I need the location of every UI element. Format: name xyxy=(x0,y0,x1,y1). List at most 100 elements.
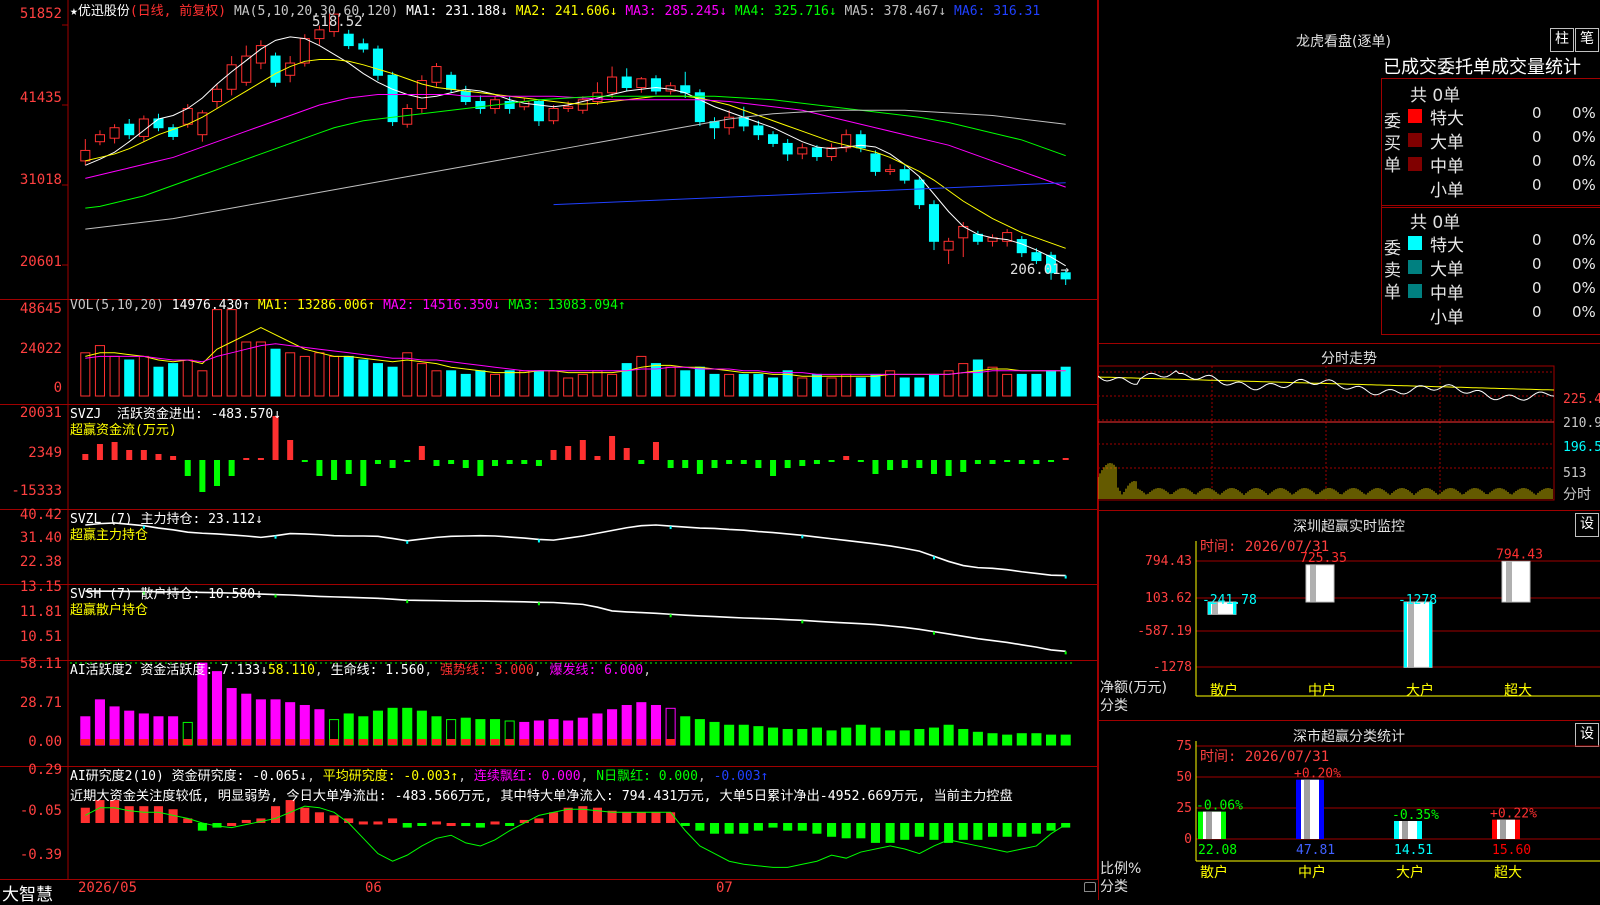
sz-value-label: 725.35 xyxy=(1300,551,1347,566)
ai2-bar xyxy=(694,719,705,746)
svsh-marker xyxy=(274,594,277,598)
volume-bar xyxy=(138,355,149,397)
buy-name: 特大 xyxy=(1430,109,1464,129)
candle-panel[interactable]: ★优迅股份(日线, 前复权) MA(5,10,20,30,60,120) MA1… xyxy=(0,0,1098,300)
svzj-bar xyxy=(930,460,937,474)
ai2-bar xyxy=(768,727,779,746)
svzj-bar xyxy=(770,460,777,476)
air-bar xyxy=(402,823,412,828)
ss-bar-chart[interactable]: 75 50 25 0 -0.06% 22.08 散户 +0.20% 47.81 中户 -0.35% 1… xyxy=(1098,721,1600,900)
price-tick-3: 20601 xyxy=(19,254,62,270)
air-bar xyxy=(987,823,998,837)
sell-total: 共 0单 xyxy=(1410,213,1461,233)
air-bar xyxy=(885,823,895,843)
sz-bar xyxy=(1305,564,1335,603)
bar-mode-button[interactable]: 柱 xyxy=(1550,28,1574,52)
air-bar xyxy=(549,812,559,823)
ss-value-label: 15.60 xyxy=(1492,843,1531,858)
svzl-tick-0: 40.42 xyxy=(19,507,62,523)
svsh-value: 10.580↓ xyxy=(208,587,263,602)
sz-bar-chart[interactable]: 794.43 103.62 -587.19 -1278 -241.78 散户 725.35 中… xyxy=(1098,511,1600,720)
svzj-bar xyxy=(652,442,659,460)
air-bar xyxy=(271,806,281,823)
tick-mode-button[interactable]: 笔 xyxy=(1575,28,1599,52)
svsh-marker xyxy=(406,600,409,604)
ss-change-label: +0.22% xyxy=(1490,807,1537,822)
svzl-value: 23.112↓ xyxy=(208,512,263,527)
air-bar xyxy=(695,823,705,831)
ai-research-panel[interactable]: AI研究度2(10) 资金研究度: -0.065↓, 平均研究度: -0.003… xyxy=(0,762,1098,880)
svzj-bar xyxy=(960,460,967,472)
air-l2: 平均研究度: xyxy=(322,769,396,784)
svzj-bar xyxy=(916,460,923,468)
ai2-bar xyxy=(255,699,266,746)
period-label[interactable]: (日线, 前复权) xyxy=(130,4,226,19)
volume-bar xyxy=(329,355,340,397)
air-bar xyxy=(446,823,456,826)
vol-ma-values: MA1: 13286.006↑ MA2: 14516.350↓ MA3: 130… xyxy=(258,298,626,313)
volume-bar xyxy=(548,370,559,397)
buy-name: 大单 xyxy=(1430,133,1464,153)
volume-bar xyxy=(402,352,413,397)
buy-row: 大单 0 0% xyxy=(1382,128,1600,153)
ss-bar xyxy=(1296,779,1324,839)
svzj-bar xyxy=(82,454,89,460)
ai2-base-mark xyxy=(651,739,661,745)
svzj-bar xyxy=(418,446,425,460)
svzj-bar xyxy=(945,460,952,476)
ss-category: 大户 xyxy=(1396,864,1424,881)
sz-monitor-panel[interactable]: 深圳超赢实时监控 设 时间: 2026/07/31 794.43 103.62 -5… xyxy=(1098,511,1600,721)
volume-panel[interactable]: VOL(5,10,20) 14976.430↑ MA1: 13286.006↑ … xyxy=(0,298,1098,405)
stock-name[interactable]: ★优迅股份 xyxy=(70,4,130,19)
ai-activity-panel[interactable]: AI活跃度2 资金活跃度: 7.133↓58.110, 生命线: 1.560, … xyxy=(0,656,1098,767)
sz-ylabel: 净额(万元) xyxy=(1100,680,1167,696)
ai2-v2: 58.110 xyxy=(267,663,315,678)
svsh-panel[interactable]: SVSH (7) 散户持仓: 10.580↓ 超赢散户持仓 13.15 11.81… xyxy=(0,579,1098,661)
volume-bar xyxy=(958,363,969,397)
ai2-bar xyxy=(94,699,105,746)
ma6-value: MA6: 316.31 xyxy=(946,4,1041,19)
svzj-bar xyxy=(726,460,733,464)
ai2-base-mark xyxy=(329,739,339,745)
svzj-bar xyxy=(638,460,645,464)
ai2-bar xyxy=(899,730,910,746)
intraday-panel[interactable]: 分时走势 225.4 210.9 196.5 513 分时 xyxy=(1098,344,1600,511)
svzl-tick-2: 22.38 xyxy=(19,554,62,570)
air-bar xyxy=(709,823,720,834)
buy-swatch xyxy=(1408,109,1422,123)
ai2-base-mark xyxy=(563,739,573,745)
sell-swatch xyxy=(1408,260,1422,274)
svzj-bar xyxy=(901,460,908,468)
svzj-bar xyxy=(887,460,894,470)
ai2-strong: 强势线: 3.000 xyxy=(440,663,534,678)
svzj-bar xyxy=(784,460,791,468)
air-bar xyxy=(856,823,866,839)
ai2-bar xyxy=(241,693,252,746)
air-bar xyxy=(1017,823,1027,837)
volume-bar xyxy=(855,377,866,397)
ai2-bar xyxy=(709,721,720,746)
ai2-base-mark xyxy=(592,739,602,745)
svsh-label: 散户持仓: xyxy=(140,587,201,602)
volume-bar xyxy=(416,363,427,397)
ss-stats-panel[interactable]: 深市超赢分类统计 设 时间: 2026/07/31 75 50 25 0 -0.06% 2… xyxy=(1098,721,1600,900)
ss-category: 中户 xyxy=(1298,864,1326,881)
volume-bar xyxy=(709,373,720,397)
svzj-bar xyxy=(799,460,806,466)
air-bar xyxy=(153,806,164,823)
svzl-line xyxy=(85,522,1066,577)
svzj-panel[interactable]: SVZJ 活跃资金进出: -483.570↓ 超赢资金流(万元) 20031 23… xyxy=(0,404,1098,510)
ai2-base-mark xyxy=(388,739,398,745)
volume-chart[interactable] xyxy=(0,300,1098,404)
air-bar xyxy=(490,821,500,825)
svzj-bar xyxy=(433,460,440,466)
svzl-panel[interactable]: SVZL (7) 主力持仓: 23.112↓ 超赢主力持仓 40.42 31.40… xyxy=(0,507,1098,585)
main-header: ★优迅股份(日线, 前复权) MA(5,10,20,30,60,120) MA1… xyxy=(70,0,1040,19)
candle xyxy=(255,45,266,64)
volume-bar xyxy=(153,366,164,397)
intraday-chart[interactable] xyxy=(1098,344,1600,510)
candle-chart[interactable] xyxy=(0,0,1098,300)
lock-icon[interactable] xyxy=(1084,882,1096,892)
ss-bar-shade xyxy=(1402,821,1408,839)
kline-chart-area[interactable]: ★优迅股份(日线, 前复权) MA(5,10,20,30,60,120) MA1… xyxy=(0,0,1099,905)
